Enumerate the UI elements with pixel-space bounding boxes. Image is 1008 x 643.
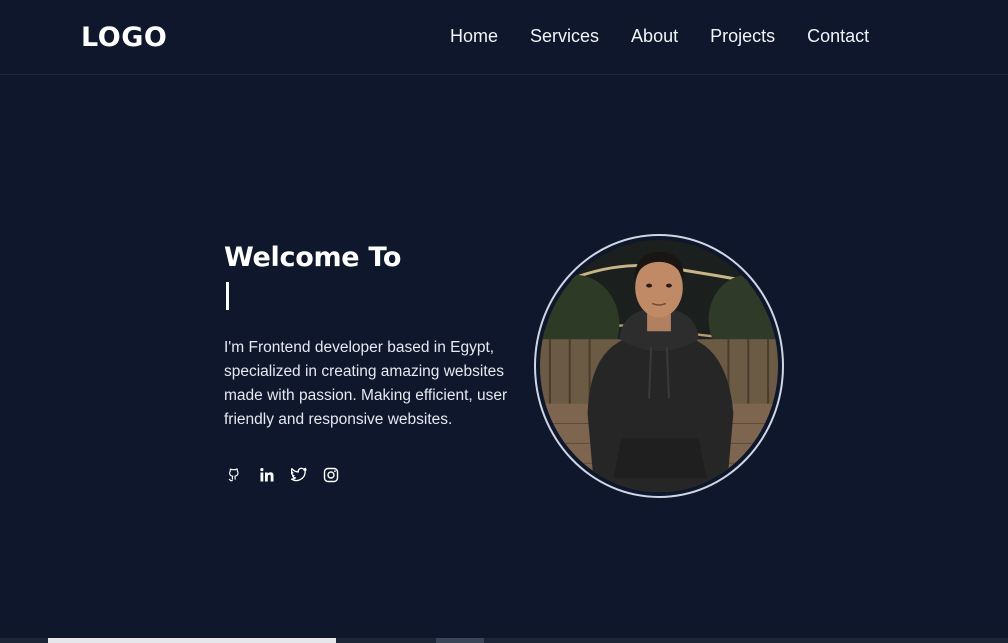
instagram-icon	[323, 467, 339, 488]
scrollbar-thumb[interactable]	[48, 638, 336, 643]
site-header: LOGO Home Services About Projects Contac…	[0, 0, 1008, 75]
github-link[interactable]	[224, 466, 246, 488]
scrollbar-marker	[436, 638, 484, 643]
linkedin-link[interactable]	[256, 466, 278, 488]
main-nav: Home Services About Projects Contact	[450, 26, 901, 47]
instagram-link[interactable]	[320, 466, 342, 488]
nav-home[interactable]: Home	[450, 26, 498, 47]
typing-line	[224, 276, 524, 310]
linkedin-icon	[259, 467, 275, 488]
social-links	[224, 466, 524, 488]
typing-cursor	[226, 282, 229, 310]
hero-description: I'm Frontend developer based in Egypt, s…	[224, 339, 508, 428]
twitter-link[interactable]	[288, 466, 310, 488]
twitter-icon	[290, 467, 307, 488]
hero-section: Welcome To I'm Frontend developer based …	[224, 240, 524, 488]
nav-contact[interactable]: Contact	[807, 26, 869, 47]
profile-photo	[540, 240, 778, 492]
logo[interactable]: LOGO	[81, 22, 167, 53]
nav-projects[interactable]: Projects	[710, 26, 775, 47]
portfolio-page: LOGO Home Services About Projects Contac…	[0, 0, 1008, 643]
horizontal-scrollbar[interactable]	[0, 638, 1008, 643]
nav-services[interactable]: Services	[530, 26, 599, 47]
hero-title: Welcome To	[224, 242, 402, 273]
github-icon	[227, 467, 243, 488]
profile-photo-frame	[534, 234, 784, 498]
nav-about[interactable]: About	[631, 26, 678, 47]
